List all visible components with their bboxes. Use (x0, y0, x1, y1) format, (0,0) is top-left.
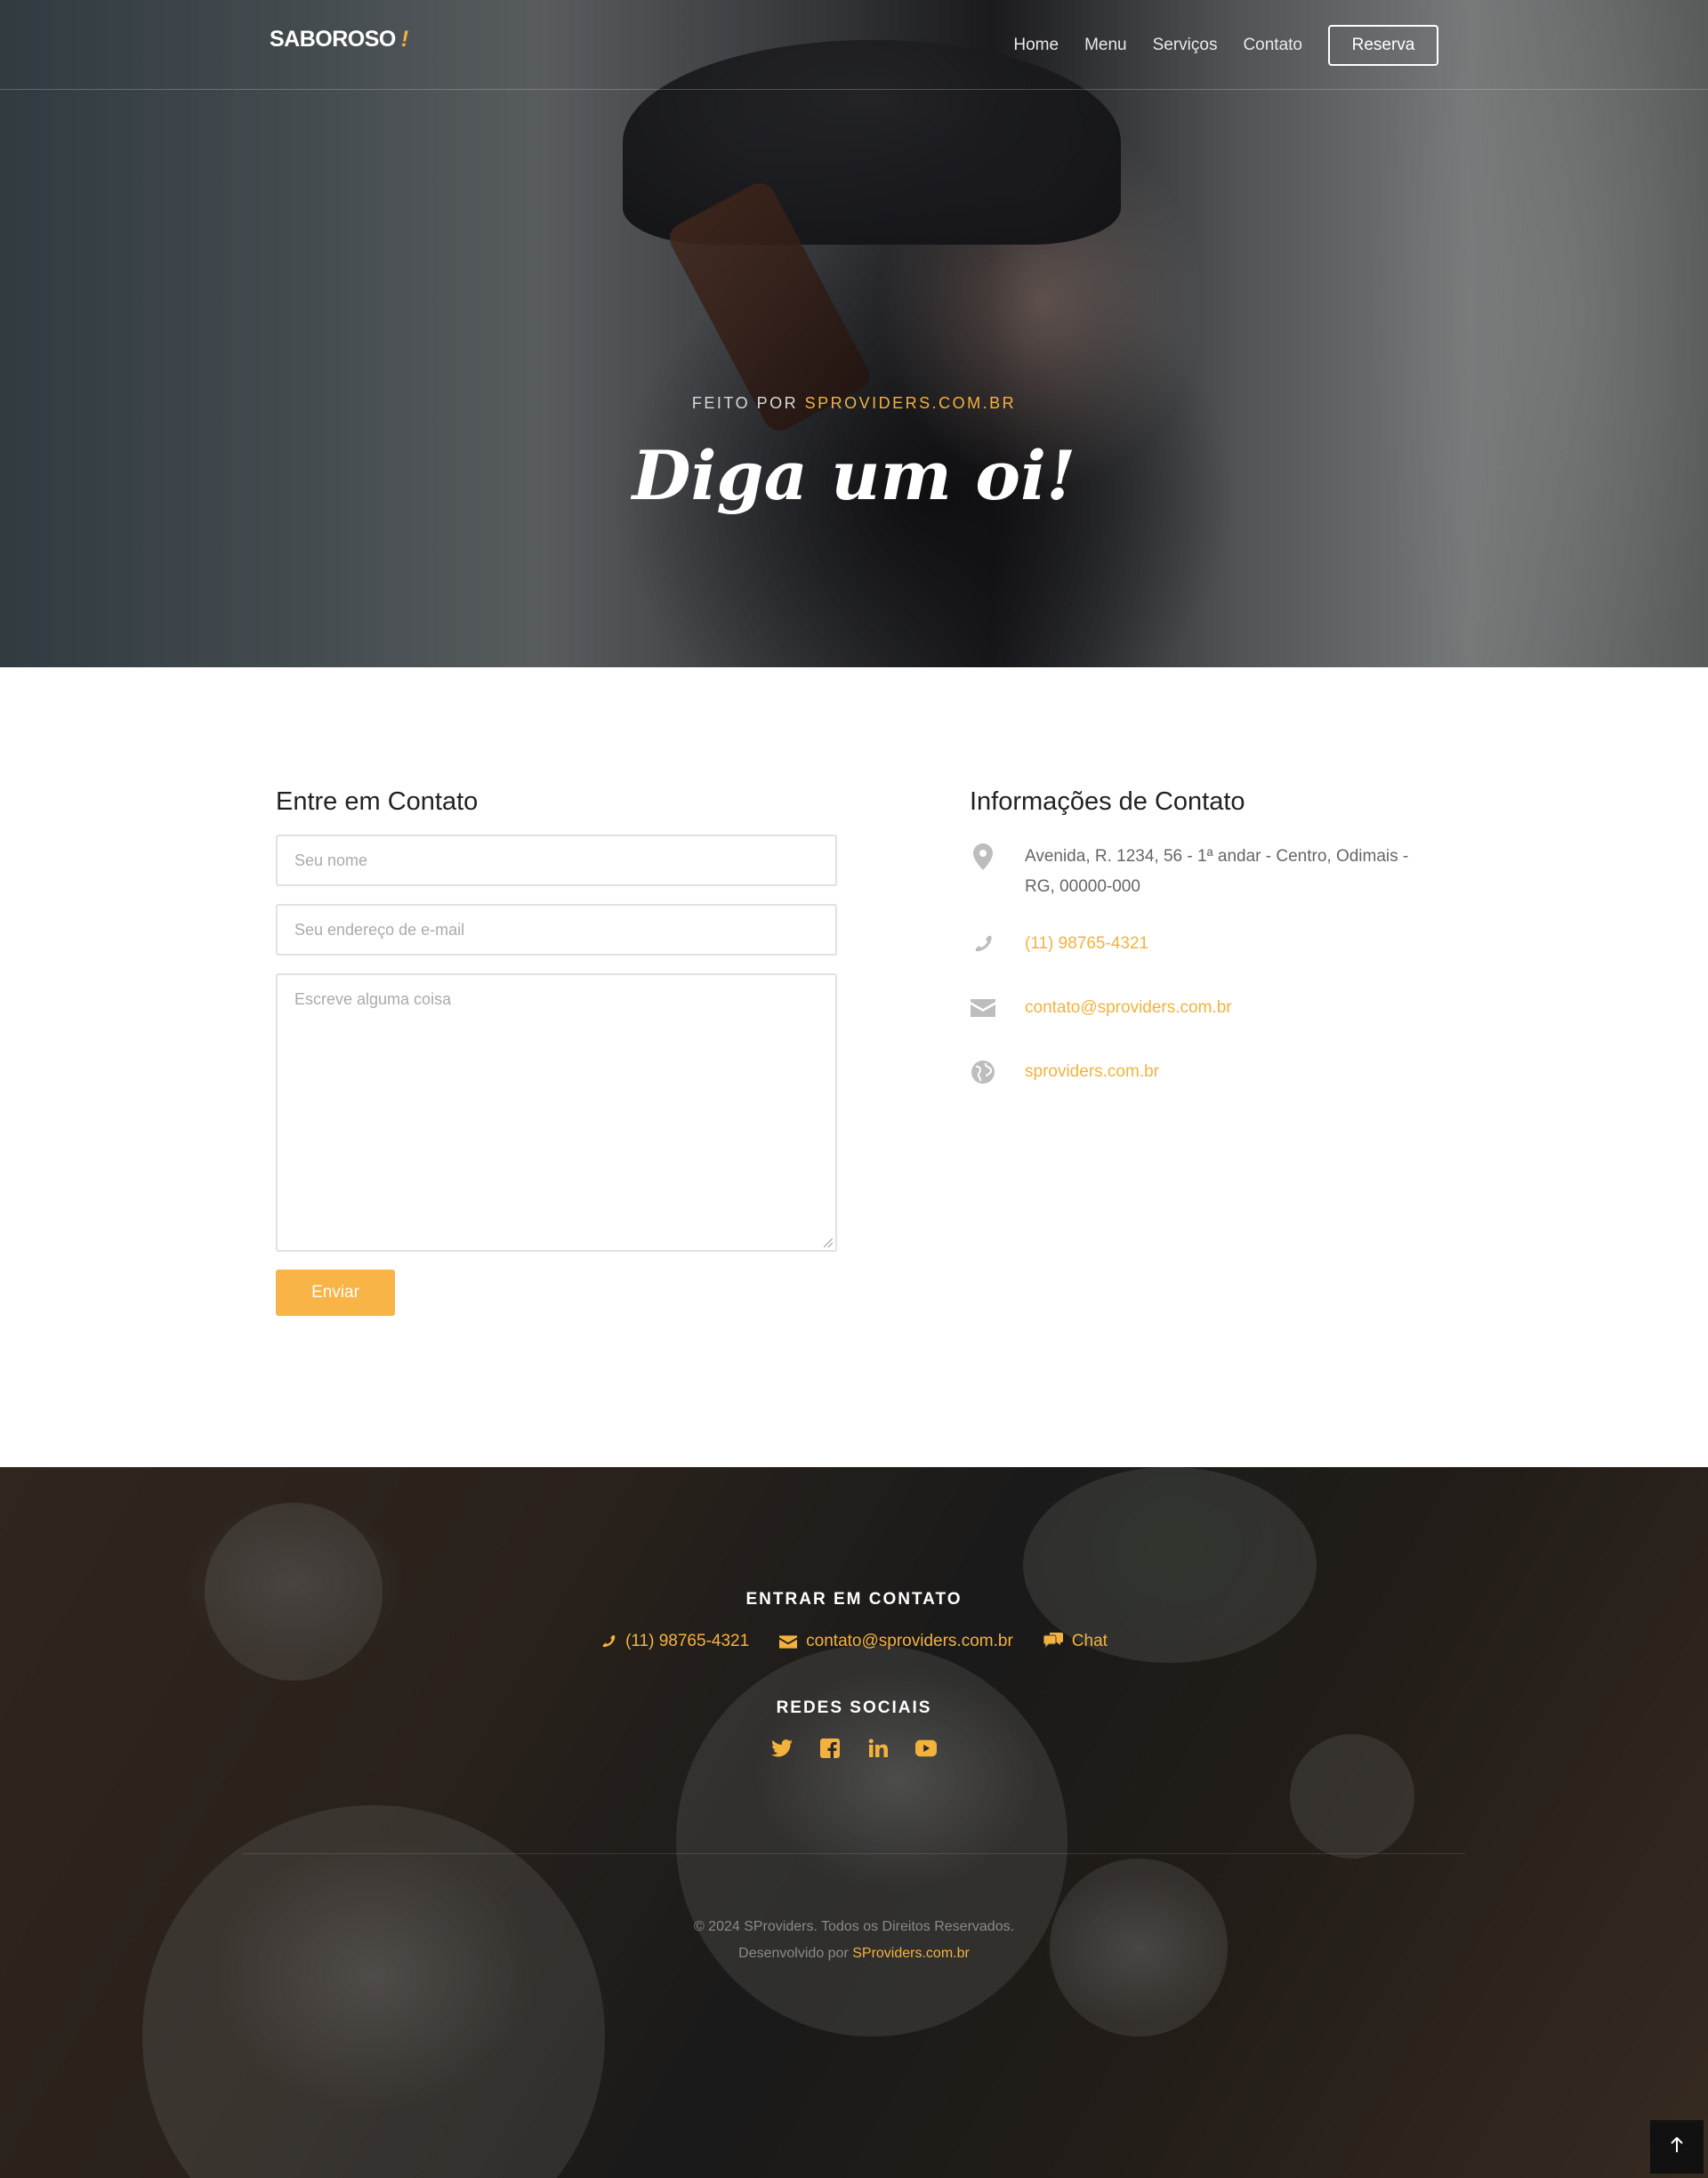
website-item: sproviders.com.br (970, 1057, 1432, 1087)
footer-email-text: contato@sproviders.com.br (806, 1632, 1013, 1650)
copyright-text: © 2024 SProviders. Todos os Direitos Res… (693, 1919, 1015, 1934)
footer-chat-text: Chat (1071, 1632, 1108, 1650)
footer: ENTRAR EM CONTATO (11) 98765-4321 contat… (0, 1467, 1708, 2178)
phone-item: (11) 98765-4321 (970, 929, 1432, 959)
back-to-top-button[interactable] (1650, 2120, 1704, 2174)
globe-icon (970, 1059, 996, 1085)
navbar: SABOROSO! Home Menu Serviços Contato Res… (0, 0, 1708, 90)
contact-form-section: Entre em Contato Seu nome Seu endereço d… (276, 787, 837, 1316)
nav-link-contato[interactable]: Contato (1243, 36, 1302, 55)
address-text: Avenida, R. 1234, 56 - 1ª andar - Centro… (1025, 847, 1409, 896)
envelope-icon (970, 995, 996, 1021)
footer-divider (243, 1853, 1465, 1854)
footer-email-link[interactable]: contato@sproviders.com.br (779, 1632, 1013, 1651)
message-placeholder: Escreve alguma coisa (294, 990, 452, 1008)
email-link[interactable]: contato@sproviders.com.br (1025, 993, 1232, 1023)
brand-mark: ! (400, 27, 408, 52)
arrow-up-icon (1670, 2136, 1684, 2158)
contact-info-title: Informações de Contato (970, 787, 1245, 816)
contact-info-section: Informações de Contato Avenida, R. 1234,… (970, 787, 1432, 1087)
reserve-button[interactable]: Reserva (1328, 25, 1438, 66)
contact-form-title: Entre em Contato (276, 787, 479, 816)
linkedin-icon[interactable] (867, 1738, 889, 1759)
brand-name: SABOROSO (270, 27, 396, 52)
hero-title: Diga um oi! (632, 436, 1076, 515)
footer-chat-link[interactable]: Chat (1043, 1632, 1108, 1651)
twitter-icon[interactable] (771, 1738, 793, 1759)
phone-icon (600, 1634, 616, 1650)
footer-phone-text: (11) 98765-4321 (625, 1632, 750, 1650)
hero-subtitle-link[interactable]: SPROVIDERS.COM.BR (805, 394, 1017, 412)
developed-prefix: Desenvolvido por (738, 1946, 853, 1961)
send-button[interactable]: Enviar (276, 1270, 395, 1316)
developed-by: Desenvolvido por SProviders.com.br (0, 1940, 1708, 1967)
name-input[interactable]: Seu nome (276, 835, 837, 886)
developer-link[interactable]: SProviders.com.br (852, 1946, 970, 1961)
address-item: Avenida, R. 1234, 56 - 1ª andar - Centro… (970, 842, 1432, 902)
nav-link-servicos[interactable]: Serviços (1153, 36, 1218, 55)
resize-handle-icon[interactable] (824, 1238, 833, 1247)
phone-link[interactable]: (11) 98765-4321 (1025, 929, 1148, 959)
social-links (0, 1738, 1708, 1759)
email-input[interactable]: Seu endereço de e-mail (276, 904, 837, 956)
brand-logo[interactable]: SABOROSO! (270, 27, 408, 52)
hero-subtitle-prefix: FEITO POR (691, 394, 805, 412)
footer-copyright: © 2024 SProviders. Todos os Direitos Res… (0, 1914, 1708, 1967)
footer-contact-title: ENTRAR EM CONTATO (745, 1590, 963, 1609)
nav-link-menu[interactable]: Menu (1084, 36, 1127, 55)
hero-section: SABOROSO! Home Menu Serviços Contato Res… (0, 0, 1708, 667)
youtube-icon[interactable] (915, 1738, 937, 1759)
map-marker-icon (970, 843, 996, 870)
nav-menu: Home Menu Serviços Contato Reserva (987, 25, 1438, 66)
nav-link-home[interactable]: Home (1013, 36, 1059, 55)
chat-icon (1043, 1633, 1063, 1650)
footer-social-title: REDES SOCIAIS (776, 1698, 932, 1717)
footer-contacts: (11) 98765-4321 contato@sproviders.com.b… (0, 1632, 1708, 1651)
website-link[interactable]: sproviders.com.br (1025, 1057, 1159, 1087)
footer-phone-link[interactable]: (11) 98765-4321 (600, 1632, 749, 1651)
message-textarea[interactable]: Escreve alguma coisa (276, 973, 837, 1252)
phone-icon (970, 931, 996, 957)
envelope-icon (779, 1634, 798, 1649)
footer-overlay (0, 1467, 1708, 2178)
hero-subtitle: FEITO POR SPROVIDERS.COM.BR (0, 394, 1708, 413)
facebook-icon[interactable] (819, 1738, 841, 1759)
email-item: contato@sproviders.com.br (970, 993, 1432, 1023)
hero-overlay (0, 0, 1708, 667)
